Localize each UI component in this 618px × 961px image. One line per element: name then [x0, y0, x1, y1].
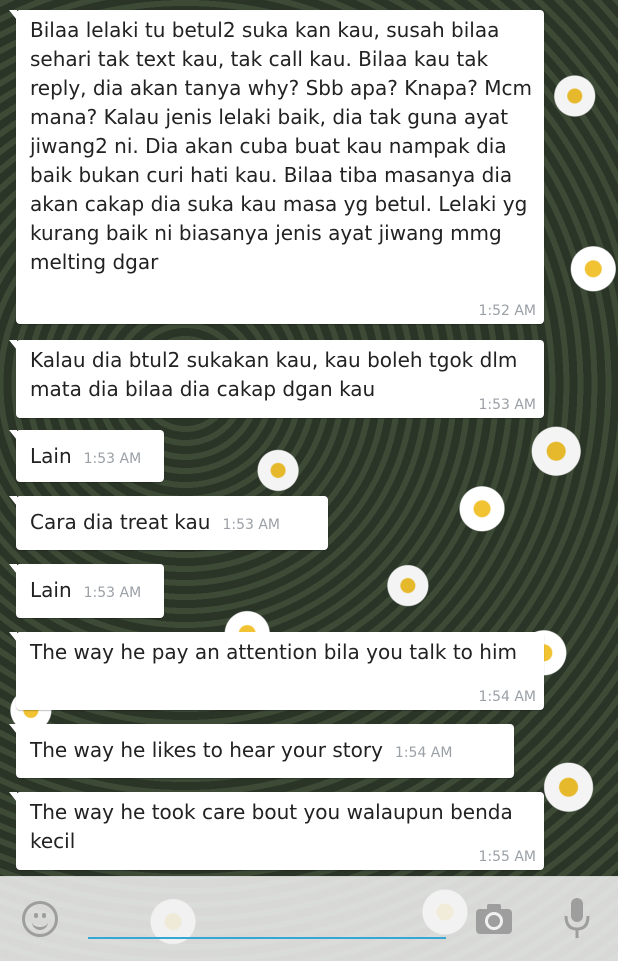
- message-input-bar: [0, 876, 618, 961]
- mic-icon[interactable]: [562, 896, 592, 940]
- message-timestamp: 1:53 AM: [83, 585, 142, 601]
- message-timestamp: 1:53 AM: [478, 397, 536, 413]
- message-bubble[interactable]: Lain 1:53 AM: [9, 564, 164, 618]
- message-timestamp: 1:55 AM: [478, 849, 536, 865]
- message-bubble[interactable]: Lain 1:53 AM: [9, 430, 164, 482]
- message-bubble[interactable]: Kalau dia btul2 sukakan kau, kau boleh t…: [9, 340, 544, 418]
- message-bubble[interactable]: Cara dia treat kau 1:53 AM: [9, 496, 328, 550]
- message-text: Lain: [30, 444, 72, 468]
- message-text: Kalau dia btul2 sukakan kau, kau boleh t…: [30, 348, 524, 401]
- message-input[interactable]: [88, 907, 446, 939]
- message-timestamp: 1:52 AM: [478, 303, 536, 319]
- message-text: Lain: [30, 578, 72, 602]
- message-timestamp: 1:53 AM: [222, 517, 281, 533]
- message-bubble[interactable]: The way he pay an attention bila you tal…: [9, 632, 544, 710]
- message-text: Cara dia treat kau: [30, 510, 211, 534]
- emoji-icon[interactable]: [22, 901, 58, 937]
- message-text: The way he took care bout you walaupun b…: [30, 800, 520, 853]
- message-text: Bilaa lelaki tu betul2 suka kan kau, sus…: [30, 18, 539, 274]
- message-timestamp: 1:54 AM: [478, 689, 536, 705]
- message-timestamp: 1:53 AM: [83, 451, 142, 467]
- message-bubble[interactable]: The way he took care bout you walaupun b…: [9, 792, 544, 870]
- message-timestamp: 1:54 AM: [394, 745, 453, 761]
- camera-icon[interactable]: [474, 902, 514, 936]
- message-bubble[interactable]: Bilaa lelaki tu betul2 suka kan kau, sus…: [9, 10, 544, 324]
- message-text: The way he pay an attention bila you tal…: [30, 640, 517, 664]
- message-bubble[interactable]: The way he likes to hear your story 1:54 …: [9, 724, 514, 778]
- message-text: The way he likes to hear your story: [30, 738, 383, 762]
